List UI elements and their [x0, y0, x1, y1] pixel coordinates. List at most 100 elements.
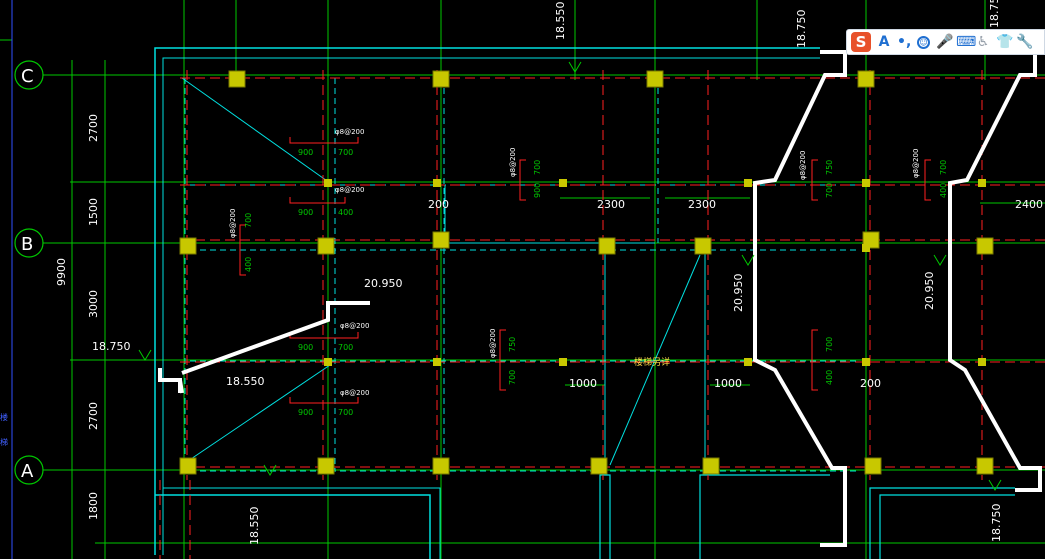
column-large: [317, 457, 335, 475]
rebar-note-2: φ8@200: [335, 186, 364, 194]
elevation-marker: [138, 349, 152, 361]
column-large: [432, 70, 450, 88]
rebar-dim: 900: [298, 343, 313, 352]
column-small: [433, 358, 441, 366]
elevation-marker: [741, 254, 755, 266]
column-large: [857, 70, 875, 88]
rebar-dim: 900: [298, 148, 313, 157]
column-large: [432, 457, 450, 475]
rebar-bracket: [289, 397, 359, 404]
column-large: [228, 70, 246, 88]
rebar-dim: 750: [508, 337, 517, 352]
column-large: [646, 70, 664, 88]
ime-toolbar[interactable]: S A •, ☺ 🎤 ⌨ ♿ 👕 🔧: [846, 29, 1045, 55]
column-large: [598, 237, 616, 255]
rebar-bracket: [289, 197, 346, 204]
rebar-note-1: φ8@200: [335, 128, 364, 136]
elev-18550-top: 18.550: [554, 2, 567, 41]
cyan-wall-outlines: [154, 47, 1045, 559]
sogou-logo-icon[interactable]: S: [851, 32, 871, 52]
elev-20950-stair: 20.950: [364, 277, 403, 290]
axis-a-bubble-label: A: [21, 461, 34, 482]
column-small: [978, 358, 986, 366]
rebar-dim: 900: [298, 408, 313, 417]
column-small: [559, 179, 567, 187]
ime-tools-icon[interactable]: 🔧: [1016, 32, 1033, 52]
column-small: [324, 358, 332, 366]
column-large: [702, 457, 720, 475]
elevation-marker: [933, 254, 947, 266]
elev-18750-left: 18.750: [92, 340, 131, 353]
axis-c-bubble-label: C: [21, 66, 34, 87]
elev-18750-topright: 18.750: [988, 0, 1001, 28]
drawing-text: C B A 2700 1500 3000 2700 1800 9900 200 2300 2300 24…: [0, 0, 1043, 545]
wall-outer-top: [154, 47, 820, 555]
rebar-dim: 700: [533, 160, 542, 175]
rebar-annotations: φ8@200 φ8@200 φ8@200 φ8@200 φ8@200 φ8@200 φ8@2…: [229, 128, 948, 417]
elev-18550-left: 18.550: [226, 375, 265, 388]
column-small: [862, 358, 870, 366]
rebar-dim: 400: [939, 183, 948, 198]
rebar-dim: 700: [338, 343, 353, 352]
elev-18550-bottom: 18.550: [248, 507, 261, 546]
rebar-bracket: [289, 137, 359, 144]
rebar-dim: 400: [825, 370, 834, 385]
rebar-note-7: φ8@200: [489, 329, 497, 358]
side-label-1: 楼: [0, 412, 8, 422]
ime-font-icon[interactable]: A: [877, 32, 891, 52]
ime-skin-icon[interactable]: 👕: [996, 32, 1013, 52]
rebar-note-3: φ8@200: [229, 209, 237, 238]
dim-1800: 1800: [87, 492, 100, 520]
column-small: [324, 179, 332, 187]
dim-9900-total: 9900: [55, 258, 68, 286]
column-large: [317, 237, 335, 255]
ime-punctuation-icon[interactable]: •,: [897, 32, 911, 52]
rebar-dim: 400: [244, 257, 253, 272]
stair-detail-label: 楼梯另详: [634, 356, 670, 368]
wall-bottom-c: [599, 474, 611, 559]
rebar-dim: 700: [338, 148, 353, 157]
dim-2400: 2400: [1015, 198, 1043, 211]
rebar-bracket: [519, 159, 526, 201]
rebar-dim: 900: [298, 208, 313, 217]
column-large: [179, 237, 197, 255]
elev-20950-mid: 20.950: [732, 274, 745, 313]
axis-b-bubble-label: B: [21, 234, 33, 255]
column-large: [694, 237, 712, 255]
column-small: [978, 179, 986, 187]
stair-diagonal-upper: [181, 77, 331, 184]
column-large: [976, 237, 994, 255]
column-small: [744, 358, 752, 366]
dim-1500: 1500: [87, 198, 100, 226]
ime-keyboard-icon[interactable]: ⌨: [956, 32, 976, 52]
column-large: [864, 457, 882, 475]
wall-bottom-b: [163, 487, 441, 559]
ime-emoji-icon[interactable]: ☺: [917, 35, 930, 49]
column-large: [179, 457, 197, 475]
rebar-bracket: [811, 159, 818, 201]
rebar-note-5: φ8@200: [340, 389, 369, 397]
rebar-bracket: [289, 332, 359, 339]
column-large: [590, 457, 608, 475]
rebar-dim: 700: [825, 337, 834, 352]
rebar-note-9: φ8@200: [912, 149, 920, 178]
rebar-bracket: [924, 159, 931, 201]
wall-bottom-a: [155, 494, 431, 559]
dim-2700-upper: 2700: [87, 114, 100, 142]
rebar-note-6: φ8@200: [509, 148, 517, 177]
side-label-2: 梯: [0, 437, 8, 447]
cad-drawing-canvas[interactable]: φ8@200 φ8@200 φ8@200 φ8@200 φ8@200 φ8@200 φ8@2…: [0, 0, 1045, 559]
wall-cyan-room: [444, 185, 655, 244]
dim-200-right: 200: [860, 377, 881, 390]
dim-1000-a: 1000: [569, 377, 597, 390]
wall-bottom-d: [699, 474, 830, 559]
ime-voice-icon[interactable]: 🎤: [936, 32, 953, 52]
rebar-dim: 400: [338, 208, 353, 217]
stair-left-corner: [178, 379, 184, 394]
rebar-dim: 900: [533, 183, 542, 198]
dim-2700-lower: 2700: [87, 402, 100, 430]
dim-1000-b: 1000: [714, 377, 742, 390]
rebar-dim: 700: [939, 160, 948, 175]
ime-accessibility-icon[interactable]: ♿: [976, 32, 990, 52]
dim-3000: 3000: [87, 290, 100, 318]
